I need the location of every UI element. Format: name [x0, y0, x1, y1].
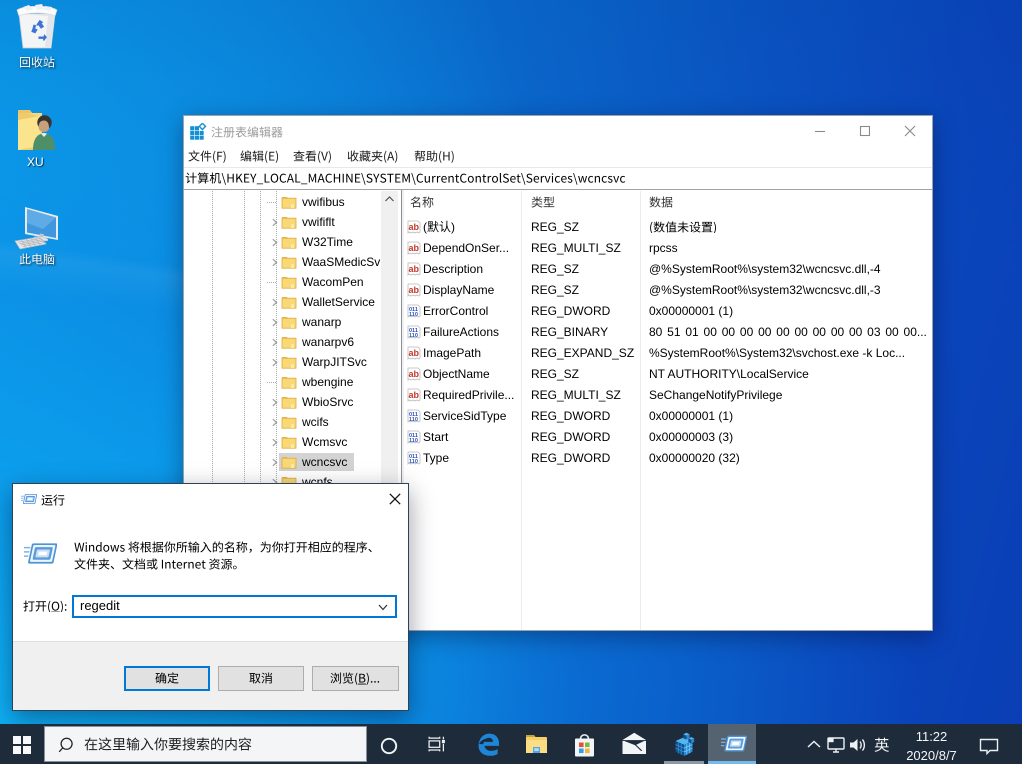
svg-text:110: 110: [409, 438, 418, 444]
svg-text:ab: ab: [409, 390, 420, 400]
svg-text:ab: ab: [409, 348, 420, 358]
svg-text:ab: ab: [409, 222, 420, 232]
svg-text:110: 110: [409, 417, 418, 423]
svg-text:ab: ab: [409, 243, 420, 253]
svg-text:110: 110: [409, 312, 418, 318]
svg-text:110: 110: [409, 459, 418, 465]
svg-text:ab: ab: [409, 264, 420, 274]
svg-text:110: 110: [409, 333, 418, 339]
svg-text:ab: ab: [409, 369, 420, 379]
svg-text:ab: ab: [409, 285, 420, 295]
